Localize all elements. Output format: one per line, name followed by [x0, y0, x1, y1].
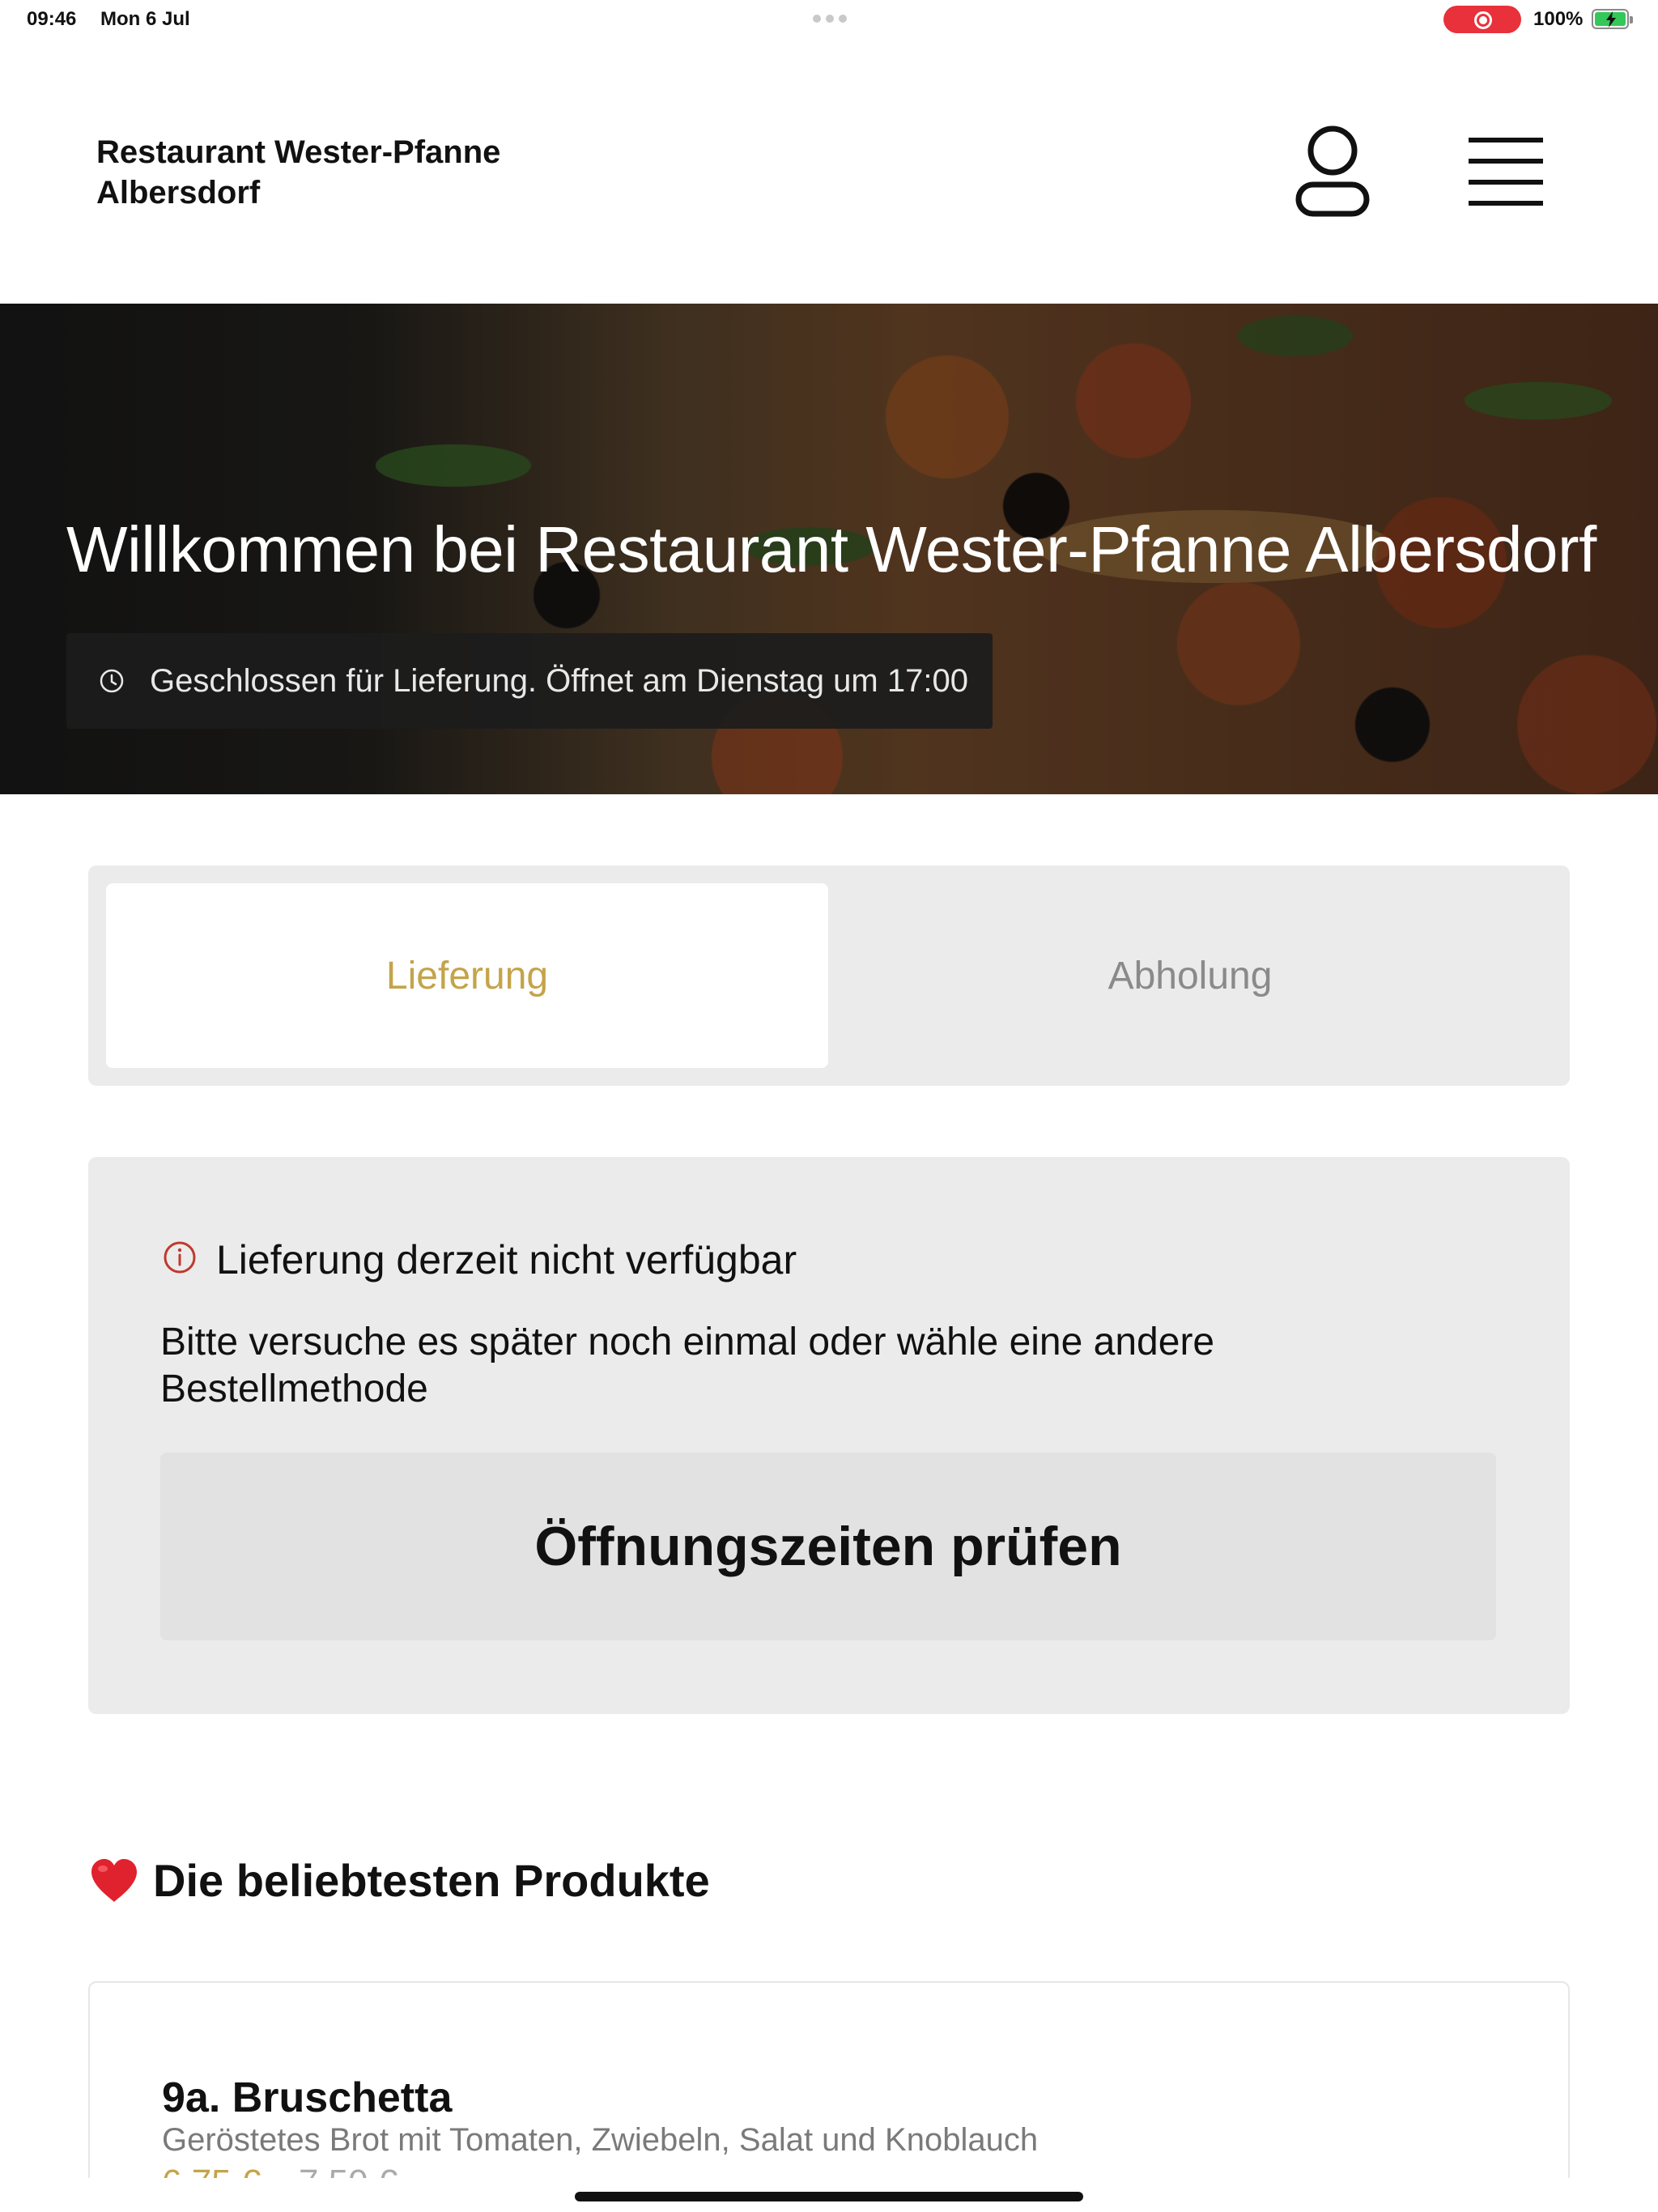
- restaurant-name-line1: Restaurant Wester-Pfanne: [96, 134, 501, 170]
- status-date: Mon 6 Jul: [100, 8, 190, 30]
- hero-banner: Willkommen bei Restaurant Wester-Pfanne …: [0, 304, 1658, 794]
- account-button[interactable]: [1292, 125, 1373, 222]
- menu-button[interactable]: [1465, 136, 1546, 209]
- restaurant-name-line2: Albersdorf: [96, 175, 261, 211]
- check-opening-hours-button[interactable]: Öffnungszeiten prüfen: [160, 1453, 1496, 1640]
- screen-recording-icon: [1443, 6, 1521, 33]
- notice-body: Bitte versuche es später noch einmal ode…: [160, 1321, 1215, 1410]
- delivery-unavailable-notice: Lieferung derzeit nicht verfügbar Bitte …: [88, 1157, 1570, 1714]
- status-bar: 09:46 Mon 6 Jul 100%: [0, 0, 1658, 39]
- product-name: 9a. Bruschetta: [162, 2074, 453, 2121]
- hamburger-menu-icon: [1465, 136, 1546, 209]
- hero-title: Willkommen bei Restaurant Wester-Pfanne …: [66, 513, 1596, 585]
- clock-icon: [100, 669, 124, 693]
- heart-icon: [91, 1858, 137, 1902]
- tab-abholung[interactable]: Abholung: [829, 883, 1551, 1068]
- tab-lieferung[interactable]: Lieferung: [106, 883, 828, 1068]
- battery-percentage: 100%: [1533, 8, 1584, 30]
- popular-products-header: Die beliebtesten Produkte: [88, 1854, 710, 1907]
- popular-products-title: Die beliebtesten Produkte: [153, 1855, 710, 1906]
- opening-status-banner: Geschlossen für Lieferung. Öffnet am Die…: [66, 633, 993, 729]
- product-description: Geröstetes Brot mit Tomaten, Zwiebeln, S…: [162, 2122, 1039, 2158]
- status-time: 09:46: [27, 8, 77, 30]
- order-method-toggle: Lieferung Abholung: [88, 866, 1570, 1086]
- home-indicator[interactable]: [575, 2192, 1083, 2201]
- notice-heading: Lieferung derzeit nicht verfügbar: [216, 1237, 797, 1283]
- multitasking-dots-icon[interactable]: [813, 15, 847, 23]
- opening-status-text: Geschlossen für Lieferung. Öffnet am Die…: [150, 663, 968, 699]
- battery-charging-icon: [1592, 9, 1633, 29]
- info-circle-icon: [164, 1241, 196, 1274]
- user-icon: [1295, 125, 1370, 217]
- restaurant-name[interactable]: Restaurant Wester-Pfanne Albersdorf: [96, 132, 598, 213]
